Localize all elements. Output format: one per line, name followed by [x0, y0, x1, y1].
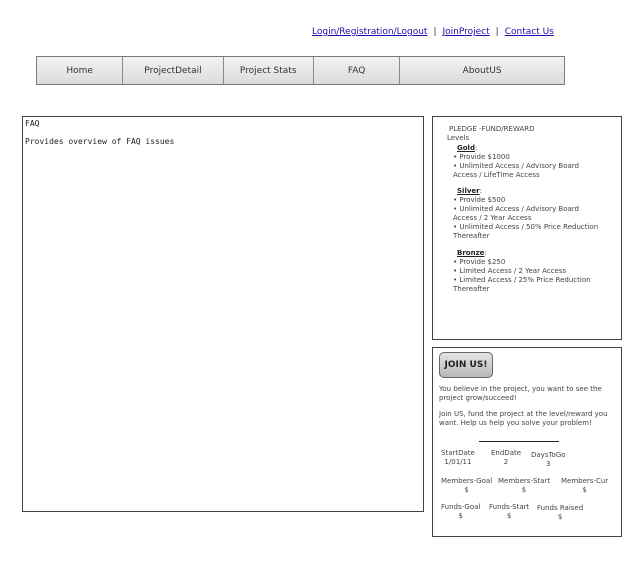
tier-bronze-line1: • Provide $250	[453, 258, 506, 266]
stat-funds-raised: Funds Raised $	[537, 504, 583, 522]
join-us-button[interactable]: JOIN US!	[439, 352, 493, 378]
stat-label: DaysToGo	[531, 451, 566, 459]
tier-gold-line2: • Unlimited Access / Advisory Board Acce…	[453, 162, 580, 179]
login-link[interactable]: Login/Registration/Logout	[312, 27, 427, 37]
main-nav: Home ProjectDetail Project Stats FAQ Abo…	[36, 56, 565, 85]
stat-label: StartDate	[441, 449, 475, 457]
stat-label: Funds-Start	[489, 503, 530, 511]
tier-gold-line1: • Provide $1000	[453, 153, 510, 161]
stat-value: $	[582, 486, 587, 494]
tier-silver-line2: • Unlimited Access / Advisory Board Acce…	[453, 205, 580, 222]
stat-value: $	[458, 512, 463, 520]
stat-value: $	[506, 512, 512, 520]
stat-label: EndDate	[491, 449, 522, 457]
stat-label: Members-Start	[498, 477, 551, 485]
tier-bronze: Bronze: • Provide $250 • Limited Access …	[453, 249, 603, 294]
nav-home[interactable]: Home	[37, 57, 124, 84]
stat-start-date: StartDate 1/01/11	[441, 449, 475, 467]
faq-title: FAQ	[25, 119, 40, 128]
link-separator: |	[495, 27, 499, 37]
tier-silver: Silver: • Provide $500 • Unlimited Acces…	[453, 187, 603, 241]
stat-members-goal: Members-Goal $	[441, 477, 492, 495]
stat-label: Members-Cur	[561, 477, 609, 485]
stat-members-start: Members-Start $	[498, 477, 550, 495]
pledge-levels-label: Levels	[447, 134, 470, 142]
nav-project-detail[interactable]: ProjectDetail	[123, 57, 224, 84]
tier-silver-name: Silver	[457, 187, 480, 195]
tier-silver-line1: • Provide $500	[453, 196, 506, 204]
pledge-header: PLEDGE -FUND/REWARD Levels	[447, 125, 535, 143]
nav-project-stats[interactable]: Project Stats	[224, 57, 314, 84]
faq-panel: FAQ Provides overview of FAQ issues	[22, 116, 424, 512]
tier-bronze-line2: • Limited Access / 2 Year Access	[453, 267, 567, 275]
stat-value: $	[464, 486, 469, 494]
join-panel: JOIN US! You believe in the project, you…	[432, 347, 622, 537]
faq-description: Provides overview of FAQ issues	[25, 137, 175, 146]
tier-gold: Gold: • Provide $1000 • Unlimited Access…	[453, 144, 603, 180]
stat-label: Members-Goal	[441, 477, 493, 485]
join-paragraph-1: You believe in the project, you want to …	[439, 385, 602, 402]
join-project-link[interactable]: JoinProject	[442, 27, 489, 37]
pledge-title: PLEDGE -FUND/REWARD	[449, 125, 535, 133]
top-links: Login/Registration/Logout | JoinProject | Co…	[312, 27, 554, 37]
stat-days-to-go: DaysToGo 3	[531, 451, 566, 469]
pledge-panel: PLEDGE -FUND/REWARD Levels Gold: • Provi…	[432, 116, 622, 340]
contact-link[interactable]: Contact Us	[505, 27, 554, 37]
tier-bronze-name: Bronze	[457, 249, 485, 257]
stat-members-cur: Members-Cur $	[561, 477, 608, 495]
divider-line	[479, 441, 559, 442]
stat-label: Funds Raised	[537, 504, 584, 512]
stat-funds-start: Funds-Start $	[489, 503, 529, 521]
stat-funds-goal: Funds-Goal $	[441, 503, 480, 521]
tier-bronze-line3: • Limited Access / 25% Price Reduction T…	[453, 276, 591, 293]
stat-label: Funds-Goal	[441, 503, 481, 511]
nav-about[interactable]: AboutUS	[400, 57, 564, 84]
link-separator: |	[433, 27, 437, 37]
tier-silver-line3: • Unlimited Access / 50% Price Reduction…	[453, 223, 599, 240]
join-paragraph-2: Join US, fund the project at the level/r…	[439, 410, 608, 427]
stat-value: 3	[546, 460, 551, 468]
stat-value: 2	[503, 458, 509, 466]
tier-gold-name: Gold	[457, 144, 475, 152]
stat-value: 1/01/11	[444, 458, 472, 466]
stat-end-date: EndDate 2	[491, 449, 521, 467]
stat-value: $	[521, 486, 527, 494]
stat-value: $	[557, 513, 563, 521]
nav-faq[interactable]: FAQ	[314, 57, 401, 84]
